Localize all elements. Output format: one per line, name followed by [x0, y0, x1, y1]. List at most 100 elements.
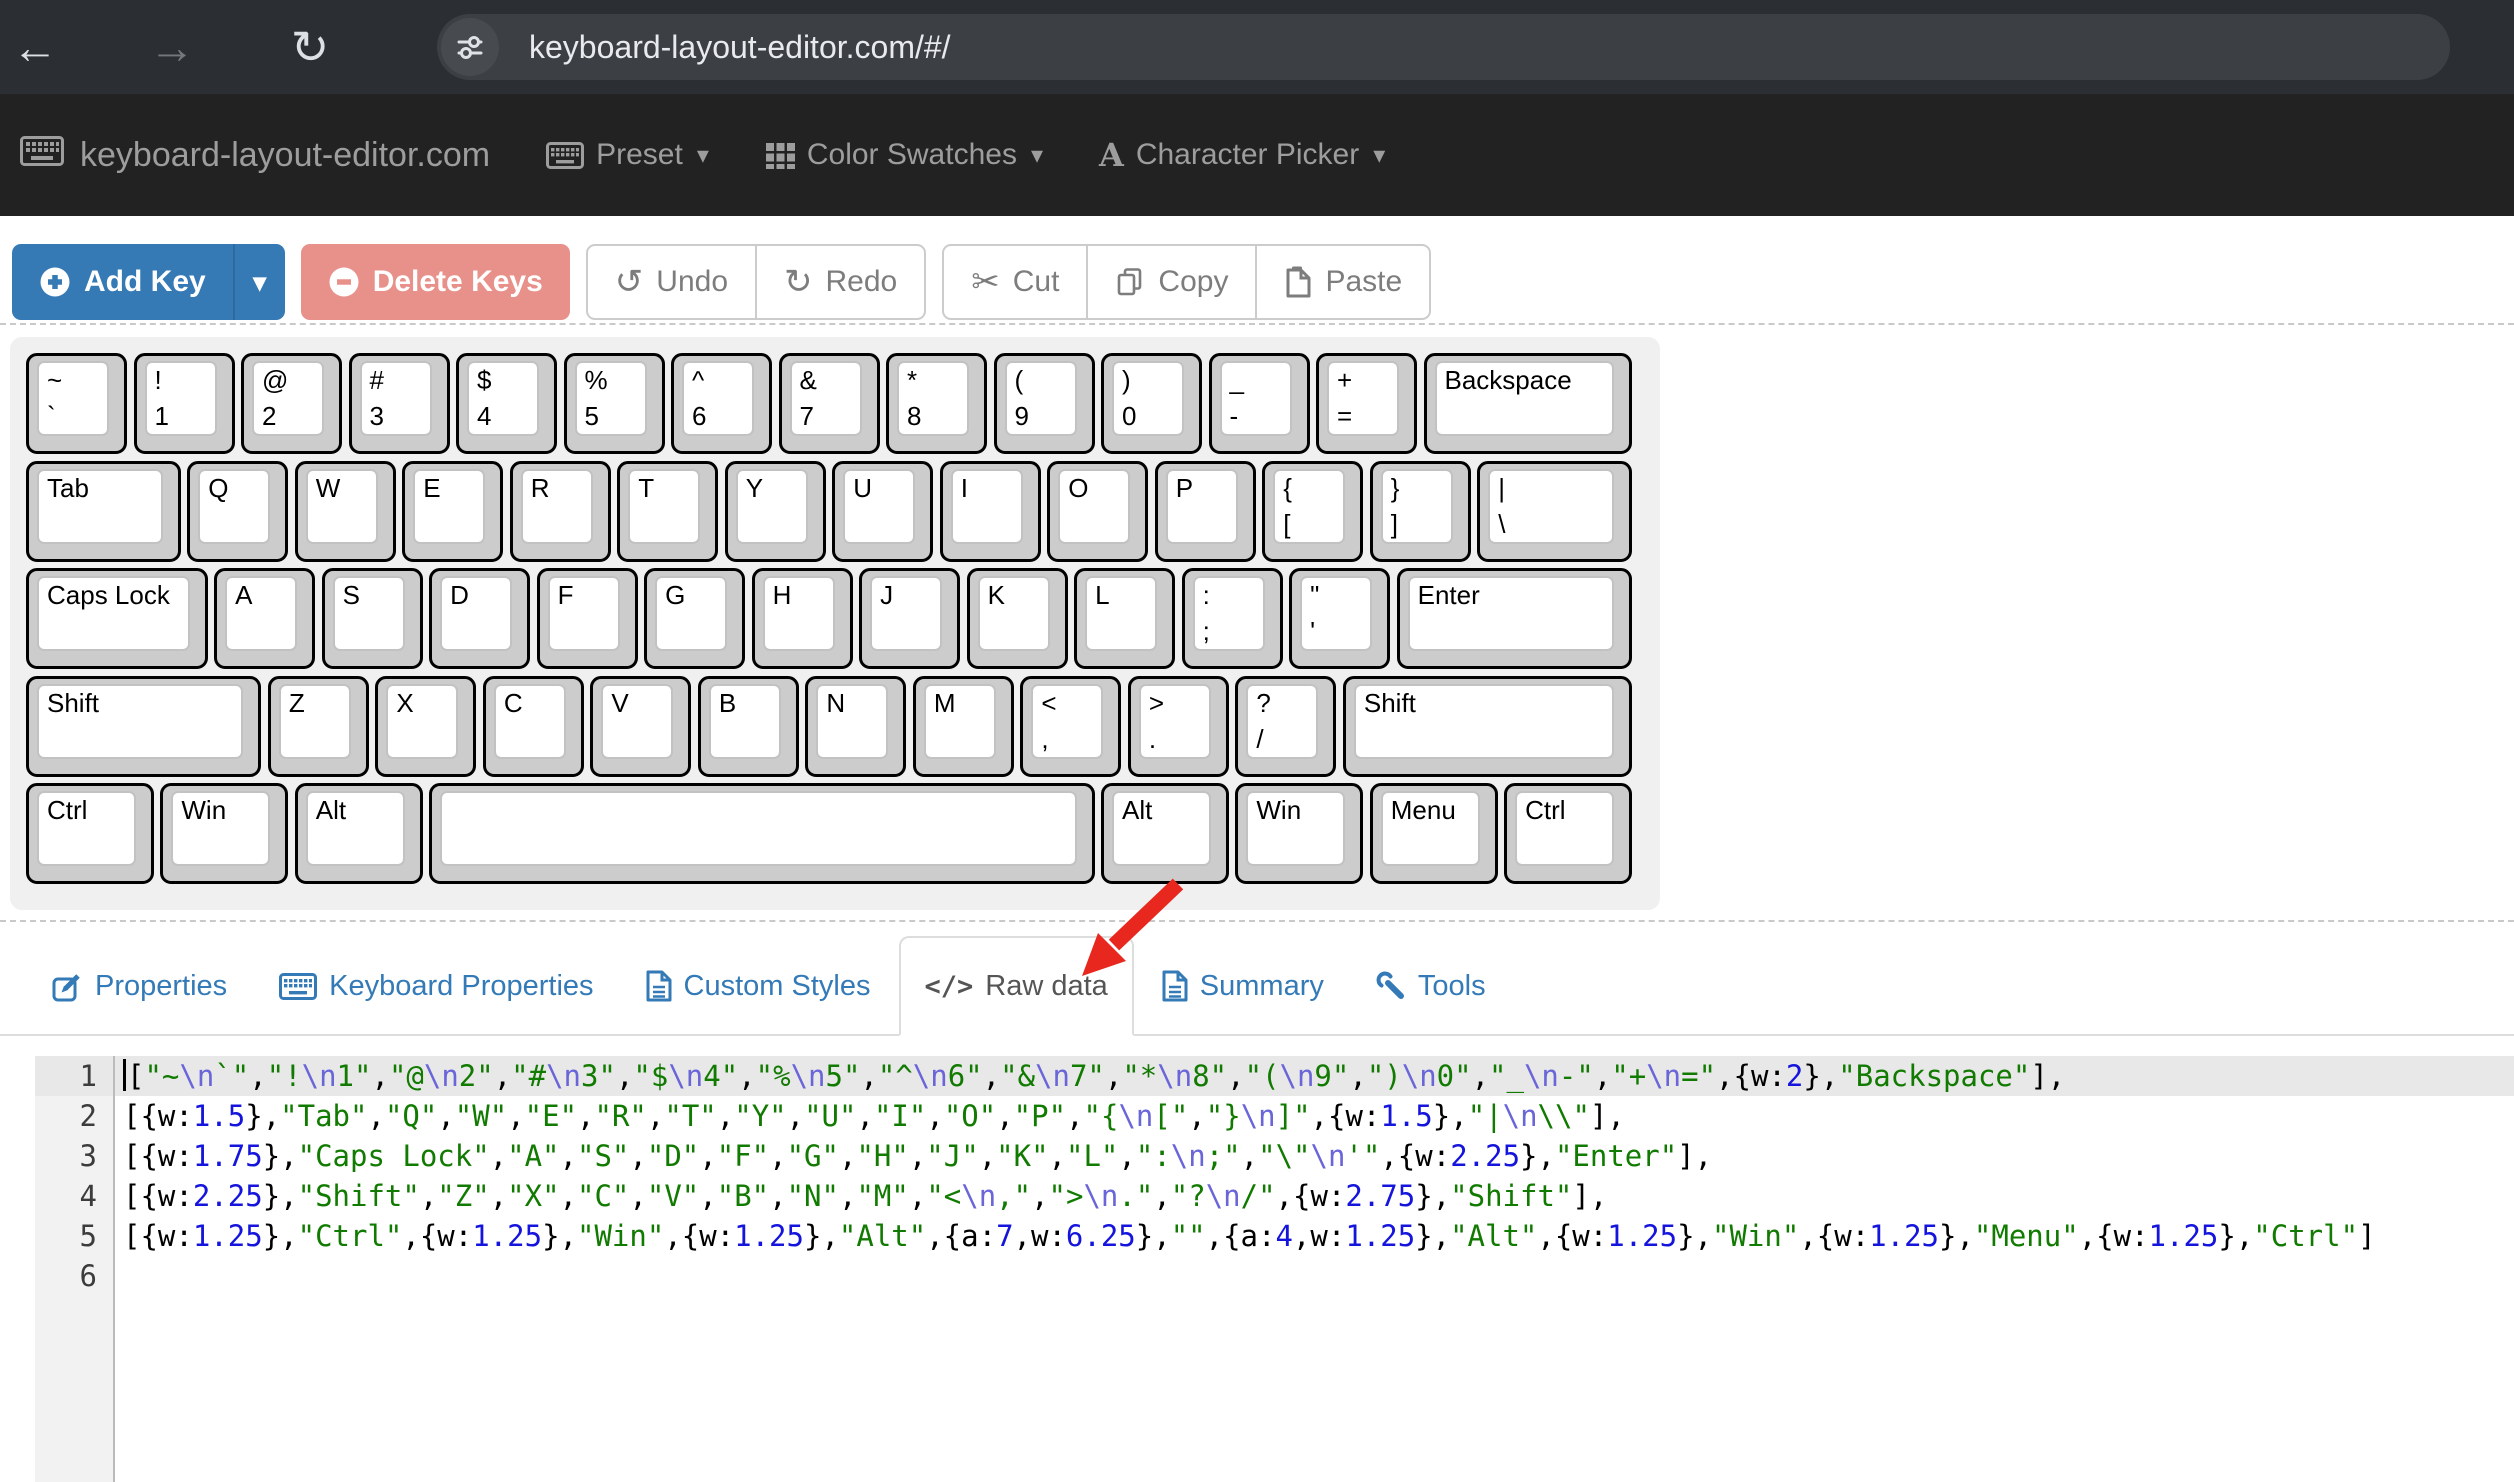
keycap-top: B	[709, 684, 781, 759]
key-backspace[interactable]: Backspace	[1424, 353, 1633, 454]
keycap-top: &7	[790, 361, 862, 436]
key-m[interactable]: M	[913, 676, 1014, 777]
key-sym-r3c8[interactable]: <,	[1020, 676, 1121, 777]
key-space[interactable]	[429, 783, 1094, 884]
key-enter[interactable]: Enter	[1397, 568, 1632, 669]
key-legend-bottom: ;	[1203, 616, 1210, 647]
key-legend-top: Y	[746, 473, 763, 504]
key-a[interactable]: A	[214, 568, 315, 669]
wrench-icon	[1376, 971, 1406, 1001]
key-x[interactable]: X	[375, 676, 476, 777]
undo-button[interactable]: ↺Undo	[586, 244, 757, 320]
key-sym-r1c12[interactable]: }]	[1370, 461, 1471, 562]
keycap-top: H	[763, 576, 835, 651]
redo-button[interactable]: ↻Redo	[755, 244, 926, 320]
key-capslock[interactable]: Caps Lock	[26, 568, 208, 669]
nav-item-character-picker[interactable]: ACharacter Picker▾	[1099, 138, 1385, 172]
key-v[interactable]: V	[590, 676, 691, 777]
key-sym-r0c6[interactable]: ^6	[671, 353, 772, 454]
nav-item-color-swatches[interactable]: Color Swatches▾	[765, 138, 1043, 172]
key-y[interactable]: Y	[725, 461, 826, 562]
key-s[interactable]: S	[322, 568, 423, 669]
key-l[interactable]: L	[1074, 568, 1175, 669]
key-sym-r3c10[interactable]: ?/	[1235, 676, 1336, 777]
key-sym-r3c9[interactable]: >.	[1128, 676, 1229, 777]
key-sym-r0c0[interactable]: ~`	[26, 353, 127, 454]
key-sym-r0c8[interactable]: *8	[886, 353, 987, 454]
key-sym-r0c9[interactable]: (9	[994, 353, 1095, 454]
key-win[interactable]: Win	[160, 783, 288, 884]
tab-keyboard-properties[interactable]: Keyboard Properties	[255, 938, 617, 1034]
key-sym-r2c10[interactable]: :;	[1182, 568, 1283, 669]
key-alt[interactable]: Alt	[295, 783, 423, 884]
key-tab[interactable]: Tab	[26, 461, 181, 562]
key-d[interactable]: D	[429, 568, 530, 669]
key-t[interactable]: T	[617, 461, 718, 562]
keycap-top: $4	[467, 361, 539, 436]
key-u[interactable]: U	[832, 461, 933, 562]
key-o[interactable]: O	[1047, 461, 1148, 562]
copy-button[interactable]: Copy	[1086, 244, 1257, 320]
keycap-top: E	[413, 469, 485, 544]
key-sym-r0c2[interactable]: @2	[241, 353, 342, 454]
key-legend-bottom: .	[1149, 724, 1156, 755]
tab-properties[interactable]: Properties	[28, 938, 251, 1034]
key-legend-top: &	[800, 365, 817, 396]
key-r[interactable]: R	[510, 461, 611, 562]
keycap-top: Enter	[1408, 576, 1614, 651]
keycap-top: _-	[1220, 361, 1292, 436]
site-brand[interactable]: keyboard-layout-editor.com	[20, 136, 490, 175]
key-sym-r2c11[interactable]: "'	[1289, 568, 1390, 669]
key-win[interactable]: Win	[1235, 783, 1363, 884]
key-sym-r0c12[interactable]: +=	[1316, 353, 1417, 454]
paste-button[interactable]: Paste	[1255, 244, 1431, 320]
key-sym-r0c5[interactable]: %5	[564, 353, 665, 454]
key-g[interactable]: G	[644, 568, 745, 669]
key-j[interactable]: J	[859, 568, 960, 669]
raw-data-editor[interactable]: 1["~\n`","!\n1","@\n2","#\n3","$\n4","%\…	[35, 1056, 2514, 1482]
key-z[interactable]: Z	[268, 676, 369, 777]
browser-reload-button[interactable]: ↻	[275, 0, 345, 94]
key-legend-top: E	[423, 473, 440, 504]
key-n[interactable]: N	[805, 676, 906, 777]
key-sym-r0c3[interactable]: #3	[349, 353, 450, 454]
key-w[interactable]: W	[295, 461, 396, 562]
key-alt[interactable]: Alt	[1101, 783, 1229, 884]
key-sym-r0c11[interactable]: _-	[1209, 353, 1310, 454]
key-sym-r1c13[interactable]: |\	[1477, 461, 1632, 562]
key-sym-r0c1[interactable]: !1	[134, 353, 235, 454]
add-key-button[interactable]: Add Key	[12, 244, 233, 320]
key-k[interactable]: K	[967, 568, 1068, 669]
tab-custom-styles[interactable]: Custom Styles	[622, 938, 895, 1034]
delete-keys-button[interactable]: Delete Keys	[301, 244, 570, 320]
add-key-dropdown-button[interactable]: ▾	[233, 244, 285, 320]
key-sym-r0c10[interactable]: )0	[1101, 353, 1202, 454]
key-ctrl[interactable]: Ctrl	[26, 783, 154, 884]
key-shift[interactable]: Shift	[1343, 676, 1632, 777]
tab-tools[interactable]: Tools	[1352, 938, 1510, 1034]
key-i[interactable]: I	[940, 461, 1041, 562]
browser-back-button[interactable]: ←	[0, 0, 70, 94]
key-ctrl[interactable]: Ctrl	[1504, 783, 1632, 884]
key-sym-r0c7[interactable]: &7	[779, 353, 880, 454]
key-sym-r1c11[interactable]: {[	[1262, 461, 1363, 562]
editor-gutter	[35, 1296, 115, 1482]
key-h[interactable]: H	[752, 568, 853, 669]
nav-item-preset[interactable]: Preset▾	[546, 138, 709, 172]
key-c[interactable]: C	[483, 676, 584, 777]
key-legend-top: )	[1122, 365, 1131, 396]
key-p[interactable]: P	[1155, 461, 1256, 562]
key-b[interactable]: B	[698, 676, 799, 777]
key-menu[interactable]: Menu	[1370, 783, 1498, 884]
key-e[interactable]: E	[402, 461, 503, 562]
browser-forward-button[interactable]: →	[137, 0, 207, 94]
cut-button[interactable]: ✂Cut	[942, 244, 1088, 320]
key-q[interactable]: Q	[187, 461, 288, 562]
site-settings-button[interactable]	[441, 18, 499, 76]
key-shift[interactable]: Shift	[26, 676, 261, 777]
key-sym-r0c4[interactable]: $4	[456, 353, 557, 454]
key-f[interactable]: F	[537, 568, 638, 669]
paste-icon	[1284, 266, 1312, 298]
address-bar[interactable]: keyboard-layout-editor.com/#/	[437, 14, 2450, 80]
key-legend-bottom: =	[1337, 401, 1352, 432]
